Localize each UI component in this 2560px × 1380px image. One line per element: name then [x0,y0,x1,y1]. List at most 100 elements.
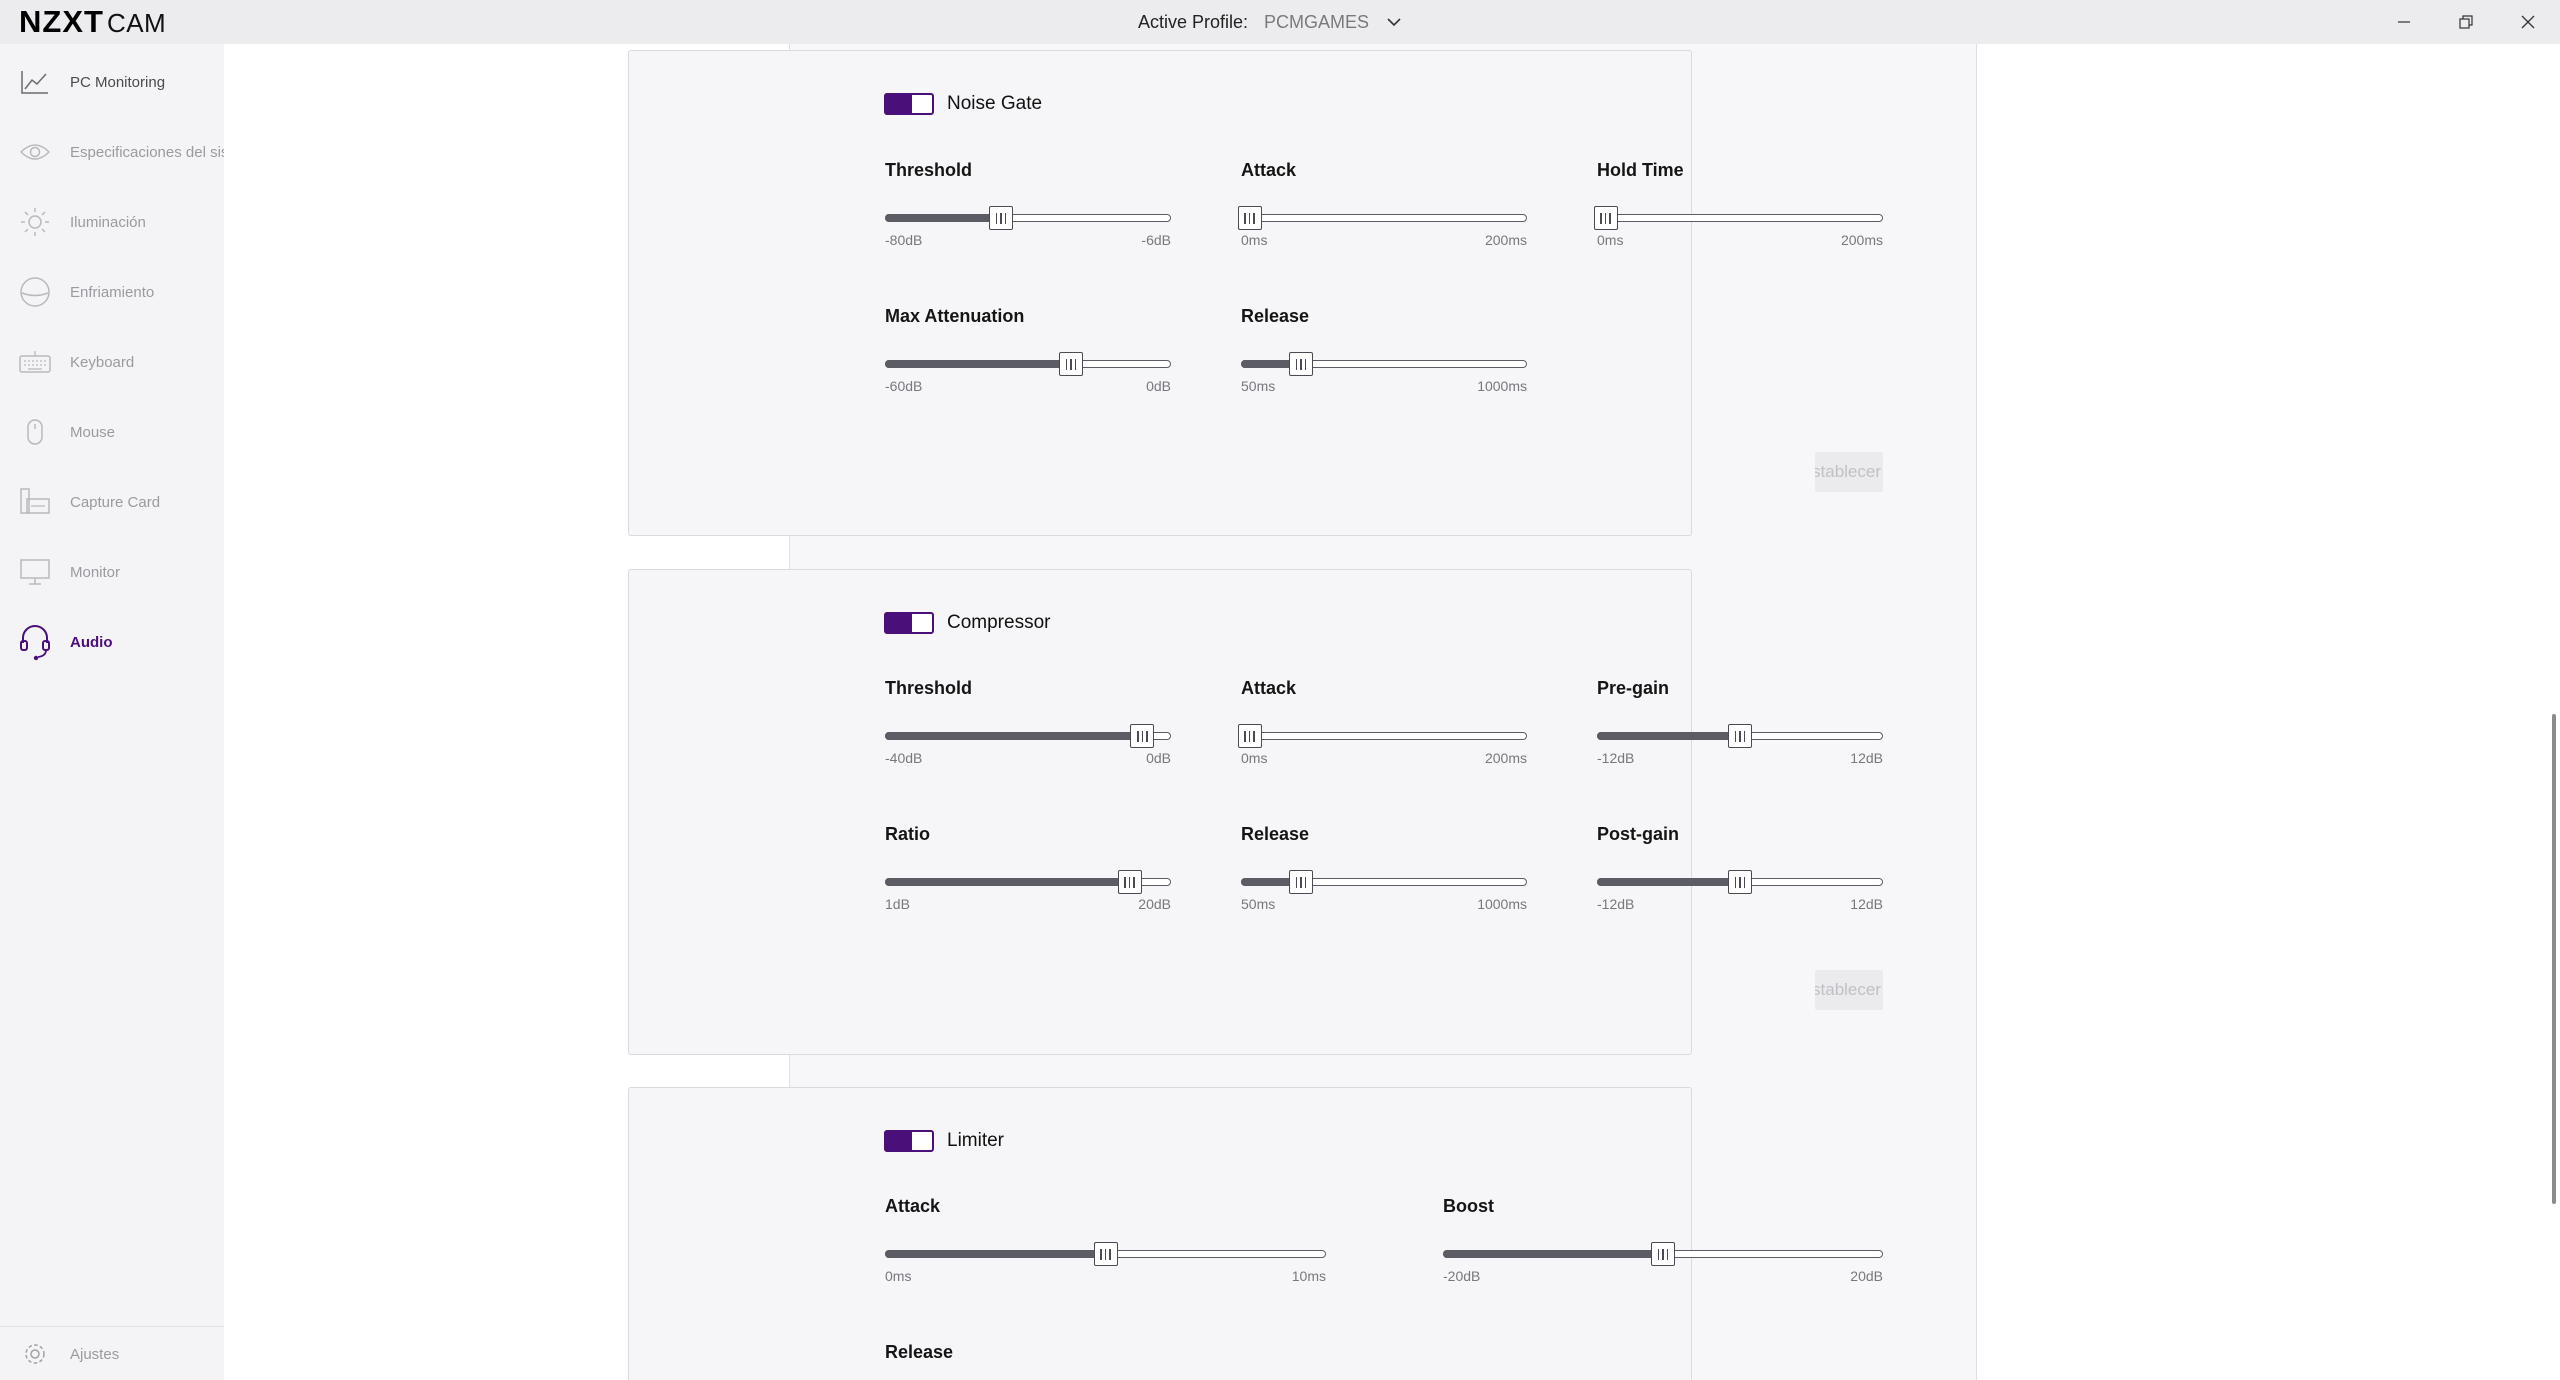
noise-gate-reset-button[interactable]: Restablecer [1815,452,1883,492]
slider-max-label: 12dB [1850,750,1883,766]
panel-title: Compressor [947,612,1051,633]
sidebar-item-audio[interactable]: Audio [0,622,224,662]
slider-label: Threshold [885,160,973,180]
slider-label: Ratio [885,824,930,844]
slider-max-label: 200ms [1484,232,1527,248]
sidebar-item-capture-card[interactable]: Capture Card [0,482,224,522]
slider-thumb[interactable] [1058,352,1083,376]
slider-fill [885,214,1001,222]
scrollbar-thumb[interactable] [2552,714,2556,1204]
sidebar-item-keyboard[interactable]: Keyboard [0,342,224,382]
gear-icon [18,1337,52,1371]
slider-track[interactable] [1597,214,1883,222]
sidebar-item-label: Ajustes [70,1345,120,1363]
slider-thumb[interactable] [1130,724,1155,748]
slider-label: Attack [885,1196,941,1216]
slider-label: Release [1241,306,1310,326]
slider-thumb[interactable] [1289,352,1314,376]
panel-title: Noise Gate [947,93,1043,114]
sidebar-item-label: Enfriamiento [70,283,155,301]
compressor-panel [628,569,1692,1055]
slider-max-label: 10ms [1291,1268,1326,1284]
slider-max-label: 0dB [1146,750,1171,766]
sidebar-item-label: Monitor [70,563,121,581]
restore-button[interactable] [2435,0,2497,44]
slider-thumb[interactable] [988,206,1013,230]
slider-track[interactable] [1241,732,1527,740]
vertical-scrollbar[interactable] [2548,44,2560,1380]
capture-card-icon [18,485,52,519]
sidebar-item-label: Keyboard [70,353,135,371]
slider-label: Pre-gain [1597,678,1670,698]
slider-min-label: 0ms [885,1268,912,1284]
sidebar-item-lighting[interactable]: Iluminación [0,202,224,242]
slider-track[interactable] [1241,214,1527,222]
slider-min-label: -20dB [1443,1268,1481,1284]
slider-thumb[interactable] [1237,724,1262,748]
mouse-icon [18,415,52,449]
slider-max-label: 20dB [1138,896,1171,912]
compressor-toggle[interactable] [884,612,934,634]
slider-thumb[interactable] [1117,870,1142,894]
slider-thumb[interactable] [1728,870,1752,894]
keyboard-icon [18,345,52,379]
slider-thumb[interactable] [1651,1242,1675,1266]
slider-min-label: 0ms [1241,750,1268,766]
active-profile-value: PCMGAMES [1264,11,1370,32]
slider-label: Threshold [885,678,973,698]
slider-thumb[interactable] [1593,206,1618,230]
minimize-icon [2398,21,2410,23]
slider-thumb[interactable] [1728,724,1752,748]
slider-min-label: 1dB [885,896,910,912]
slider-fill [1597,878,1740,886]
panel-title: Limiter [947,1130,1005,1151]
sidebar-item-label: Capture Card [70,493,161,511]
active-profile-selector[interactable]: Active Profile: PCMGAMES [1138,10,1403,34]
sidebar-item-settings[interactable]: Ajustes [0,1334,224,1374]
sidebar-item-label: Especificaciones del sistema [70,143,224,161]
sidebar-item-cooling[interactable]: Enfriamiento [0,272,224,312]
title-bar: NZXT CAM Active Profile: PCMGAMES [0,0,2560,44]
slider-thumb[interactable] [1289,870,1314,894]
slider-label: Release [885,1342,954,1362]
slider-fill [885,1250,1106,1258]
slider-label: Hold Time [1597,160,1684,180]
sidebar-item-mouse[interactable]: Mouse [0,412,224,452]
close-icon [2521,15,2535,29]
minimize-button[interactable] [2373,0,2435,44]
sidebar-divider [0,1326,224,1327]
slider-fill [885,732,1143,740]
limiter-toggle[interactable] [884,1130,934,1152]
sidebar-item-specifications[interactable]: Especificaciones del sistema [0,132,224,172]
slider-max-label: 1000ms [1477,896,1527,912]
slider-label: Attack [1241,678,1297,698]
slider-max-label: 12dB [1850,896,1883,912]
slider-max-label: 1000ms [1477,378,1527,394]
slider-min-label: -80dB [885,232,923,248]
slider-label: Attack [1241,160,1297,180]
slider-max-label: -6dB [1141,232,1171,248]
slider-min-label: -12dB [1597,750,1635,766]
slider-min-label: 0ms [1597,232,1624,248]
slider-thumb[interactable] [1237,206,1262,230]
slider-max-label: 0dB [1146,378,1171,394]
slider-min-label: -12dB [1597,896,1635,912]
slider-min-label: 0ms [1241,232,1268,248]
headset-icon [18,625,52,661]
compressor-reset-button[interactable]: Restablecer [1815,970,1883,1010]
slider-min-label: 50ms [1241,896,1276,912]
sidebar-item-label: PC Monitoring [70,73,166,91]
sidebar-item-pc-monitoring[interactable]: PC Monitoring [0,62,224,102]
restore-icon [2459,15,2473,29]
noise-gate-toggle[interactable] [884,93,934,115]
slider-max-label: 200ms [1840,232,1883,248]
chart-line-icon [18,65,52,99]
slider-label: Release [1241,824,1310,844]
close-button[interactable] [2497,0,2559,44]
app-logo: NZXT CAM [19,4,166,39]
sidebar-item-monitor[interactable]: Monitor [0,552,224,592]
noise-gate-panel [628,50,1692,536]
sidebar-item-label: Iluminación [70,213,146,231]
sidebar-item-label: Audio [70,633,113,651]
slider-thumb[interactable] [1093,1242,1118,1266]
